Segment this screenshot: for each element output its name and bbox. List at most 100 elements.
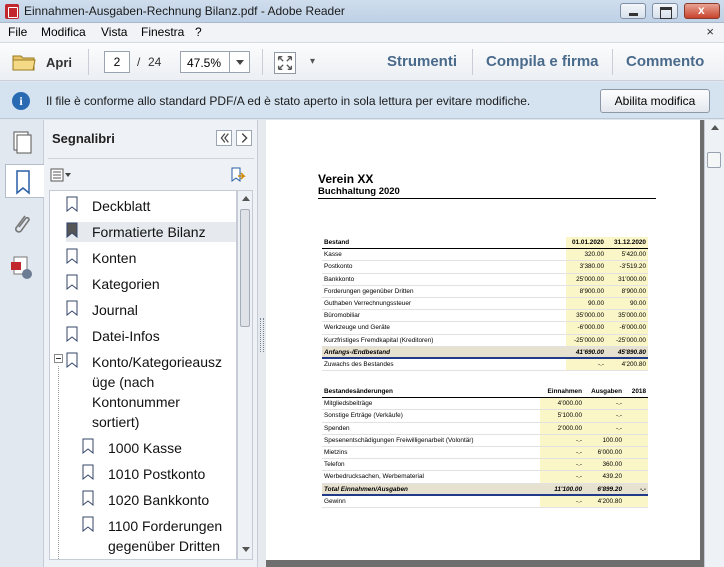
scroll-down-icon[interactable] xyxy=(242,547,250,552)
bookmark-item[interactable]: Datei-Infos xyxy=(66,326,160,346)
menu-bar: File Modifica Vista Finestra ? × xyxy=(0,23,724,43)
scroll-up-icon[interactable] xyxy=(711,125,719,130)
row-value: 5'100.00 xyxy=(557,412,582,420)
panel-splitter[interactable] xyxy=(258,120,266,567)
bookmark-item[interactable]: Konten xyxy=(66,248,136,268)
row-label: Werbedrucksachen, Werbematerial xyxy=(324,473,424,481)
expand-bookmark-icon[interactable] xyxy=(228,166,246,184)
column-header: 31.12.2020 xyxy=(614,239,646,246)
menu-help[interactable]: ? xyxy=(195,25,202,39)
child-bookmark-item[interactable]: 1100 Forderungen gegenüber Dritten xyxy=(108,516,222,556)
row-value: 320.00 xyxy=(584,251,604,259)
navigation-rail xyxy=(0,120,45,567)
table-row: Postkonto 3'380.00 -3'519.20 xyxy=(322,261,648,274)
bookmark-icon xyxy=(66,300,78,316)
zoom-select[interactable]: 47.5% xyxy=(180,51,250,73)
table-row: Kurzfristiges Fremdkapital (Kreditoren) -… xyxy=(322,334,648,347)
column-header: Ausgaben xyxy=(591,388,622,395)
row-value: 439.20 xyxy=(602,473,622,481)
child-bookmark-item[interactable]: 1020 Bankkonto xyxy=(82,490,209,510)
row-label: Forderungen gegenüber Dritten xyxy=(324,287,414,295)
row-value: 35'000.00 xyxy=(618,312,646,320)
document-view[interactable]: Verein XX Buchhaltung 2020 Bestand 01.01… xyxy=(266,120,704,567)
row-label: Mietzins xyxy=(324,448,348,456)
bookmark-label: Kategorien xyxy=(92,276,160,292)
bookmark-label-line: üge (nach xyxy=(92,374,155,390)
bookmark-label-line: sortiert) xyxy=(92,414,140,430)
maximize-button[interactable] xyxy=(652,3,678,19)
open-folder-icon[interactable] xyxy=(12,53,36,71)
menu-file[interactable]: File xyxy=(8,25,27,39)
document-scrollbar[interactable] xyxy=(704,120,724,567)
row-label: Sonstige Erträge (Verkäufe) xyxy=(324,412,403,420)
bookmark-label: Konten xyxy=(92,250,137,266)
total-row: Anfangs-/Endbestand 41'690.00 45'890.80 xyxy=(322,346,648,359)
table-header: Bestandesänderungen Einnahmen Ausgaben 2… xyxy=(322,386,648,399)
child-bookmark-item[interactable]: 1000 Kasse xyxy=(82,438,182,458)
bookmark-icon xyxy=(66,326,78,342)
fill-sign-link[interactable]: Compila e firma xyxy=(486,53,599,70)
row-value: 5'420.00 xyxy=(621,251,646,259)
total-label: Total Einnahmen/Ausgaben xyxy=(324,485,408,493)
bookmark-icon xyxy=(66,352,78,368)
table-row: Sonstige Erträge (Verkäufe) 5'100.00 -.- xyxy=(322,410,648,423)
menu-vista[interactable]: Vista xyxy=(101,25,127,39)
row-value: 6'000.00 xyxy=(597,448,622,456)
bookmark-item[interactable]: Deckblatt xyxy=(66,196,150,216)
close-document-icon[interactable]: × xyxy=(706,24,714,39)
chevron-down-icon[interactable] xyxy=(229,52,249,72)
splitter-grip[interactable] xyxy=(260,318,264,352)
enable-editing-button[interactable]: Abilita modifica xyxy=(600,89,710,113)
bookmark-label: Journal xyxy=(92,302,138,318)
bookmark-item-expanded[interactable]: Konto/Kategorieausz üge (nach Kontonumme… xyxy=(92,352,222,432)
options-menu-icon[interactable] xyxy=(50,168,72,182)
minimize-button[interactable] xyxy=(620,3,646,19)
attachments-icon[interactable] xyxy=(5,208,39,242)
collapse-panel-icon[interactable] xyxy=(216,130,232,146)
bookmark-item-selected[interactable]: Formatierte Bilanz xyxy=(66,222,236,242)
menu-finestra[interactable]: Finestra xyxy=(141,25,184,39)
scrollbar-thumb[interactable] xyxy=(240,209,250,327)
bookmarks-scrollbar[interactable] xyxy=(237,190,253,560)
menu-modifica[interactable]: Modifica xyxy=(41,25,86,39)
row-value: 90.00 xyxy=(588,299,604,307)
document-subtitle: Buchhaltung 2020 xyxy=(318,186,400,197)
tools-link[interactable]: Strumenti xyxy=(387,53,457,70)
row-value: 8'900.00 xyxy=(579,287,604,295)
bookmarks-tab[interactable] xyxy=(5,164,45,198)
row-label: Guthaben Verrechnungssteuer xyxy=(324,299,412,307)
fit-page-icon[interactable] xyxy=(274,52,296,74)
table-row: Guthaben Verrechnungssteuer 90.00 90.00 xyxy=(322,297,648,311)
row-value: 4'200.80 xyxy=(621,360,646,368)
bookmark-item[interactable]: Kategorien xyxy=(66,274,160,294)
tree-guide-line xyxy=(58,366,59,559)
table-header: Bestand 01.01.2020 31.12.2020 xyxy=(322,237,648,250)
bookmark-label-line: 1100 Forderungen xyxy=(108,518,223,534)
expand-panel-icon[interactable] xyxy=(236,130,252,146)
bookmark-item[interactable]: Journal xyxy=(66,300,138,320)
bookmark-label-line: Kontonummer xyxy=(92,394,180,410)
row-label: Postkonto xyxy=(324,263,353,271)
row-label: Bankkonto xyxy=(324,275,355,283)
main-toolbar: Apri 2 / 24 47.5% ▾ Strumenti Compila e … xyxy=(0,43,724,81)
row-value: 2'000.00 xyxy=(557,424,582,432)
row-value: 35'000.00 xyxy=(576,312,604,320)
toolbar-separator xyxy=(88,49,89,75)
scroll-up-icon[interactable] xyxy=(242,196,250,201)
toolbar-separator xyxy=(472,49,473,75)
more-tools-icon[interactable]: ▾ xyxy=(310,56,315,67)
child-bookmark-item[interactable]: 1010 Postkonto xyxy=(82,464,205,484)
page-number-input[interactable]: 2 xyxy=(104,51,130,73)
total-value: 41'690.00 xyxy=(575,348,604,356)
open-button[interactable]: Apri xyxy=(46,55,72,70)
scrollbar-thumb[interactable] xyxy=(707,152,721,168)
close-window-button[interactable]: x xyxy=(684,3,720,19)
column-header: 2018 xyxy=(631,388,646,395)
comment-link[interactable]: Commento xyxy=(626,53,704,70)
table-row: Gewinn -.- 4'200.80 xyxy=(322,495,648,508)
collapse-toggle-icon[interactable] xyxy=(54,354,63,363)
bookmark-label: Deckblatt xyxy=(92,198,151,214)
page-thumbnails-icon[interactable] xyxy=(5,126,39,160)
signatures-icon[interactable] xyxy=(5,250,39,284)
row-value: -25'000.00 xyxy=(615,336,646,344)
